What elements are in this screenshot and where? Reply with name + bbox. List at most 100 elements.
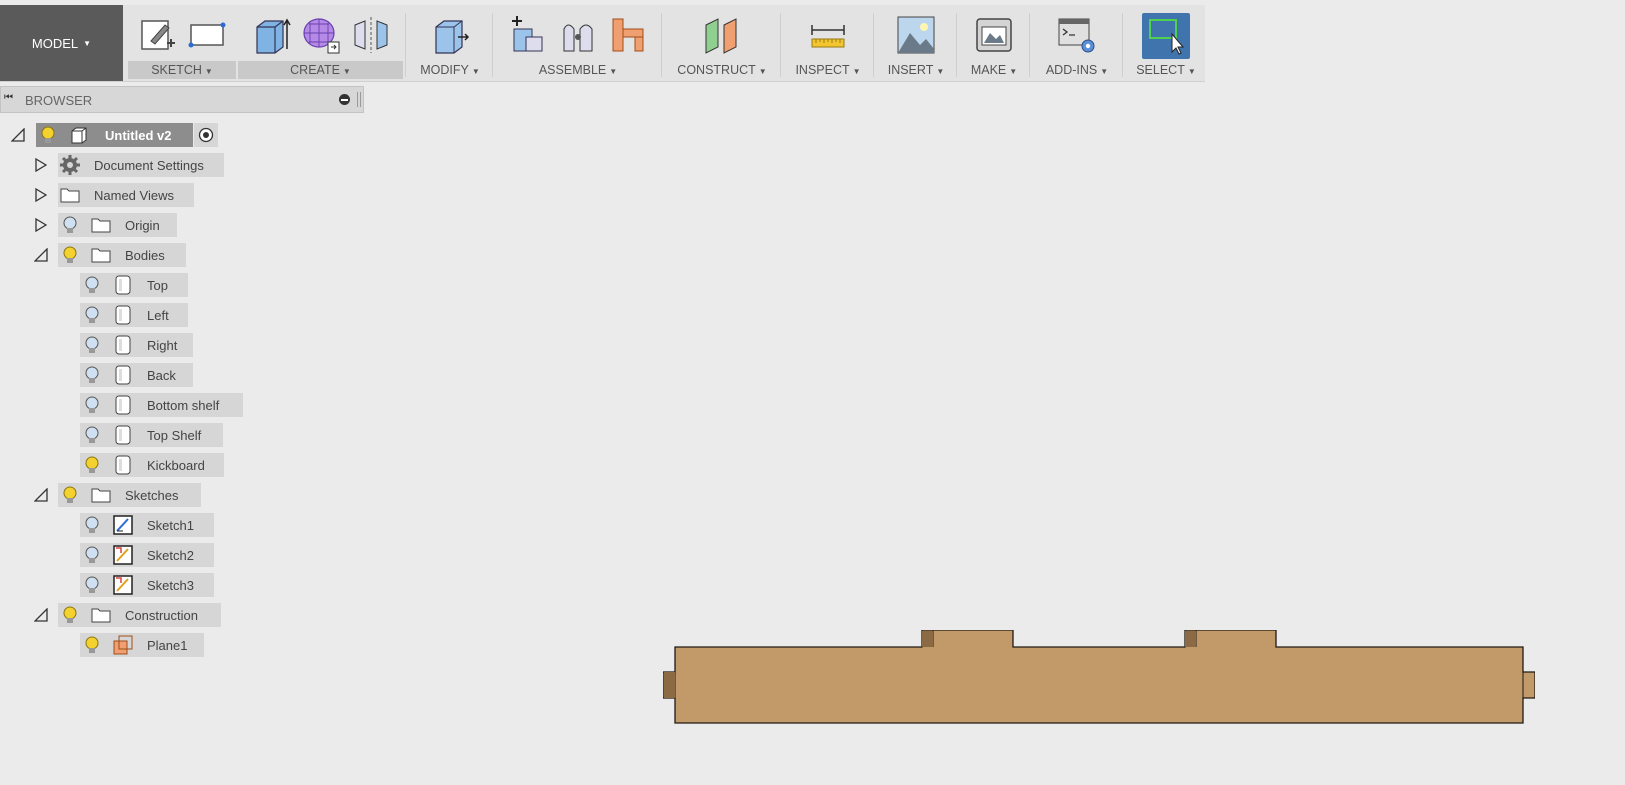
scripts-addins-button[interactable] [1055, 13, 1099, 57]
body-icon [113, 455, 133, 475]
body-kickboard[interactable]: Kickboard [80, 453, 224, 477]
create-menu[interactable]: CREATE ▼ [238, 61, 403, 79]
bulb-off-icon[interactable] [82, 395, 102, 415]
kickboard-body-model[interactable] [663, 630, 1535, 725]
body-left[interactable]: Left [80, 303, 188, 327]
bulb-on-icon[interactable] [82, 635, 102, 655]
bulb-off-icon[interactable] [82, 425, 102, 445]
form-button[interactable] [299, 13, 343, 57]
body-top[interactable]: Top [80, 273, 188, 297]
inspect-label: INSPECT [795, 63, 850, 77]
activate-radio[interactable] [194, 123, 218, 147]
sketch2-node[interactable]: Sketch2 [80, 543, 214, 567]
collapsed-triangle-icon[interactable] [31, 210, 51, 240]
as-built-joint-button[interactable] [606, 13, 650, 57]
as-built-joint-icon [612, 18, 644, 52]
bulb-on-icon[interactable] [82, 455, 102, 475]
bodies-folder[interactable]: Bodies [58, 243, 186, 267]
inspect-menu[interactable]: INSPECT ▼ [785, 61, 871, 79]
rectangle-icon [188, 22, 226, 48]
mirror-button[interactable] [349, 13, 393, 57]
sketches-folder[interactable]: Sketches [58, 483, 201, 507]
body-back[interactable]: Back [80, 363, 193, 387]
resize-handle[interactable] [357, 92, 361, 107]
chevron-down-icon: ▼ [83, 38, 92, 48]
extrude-button[interactable] [249, 13, 293, 57]
collapsed-triangle-icon[interactable] [31, 150, 51, 180]
assemble-label: ASSEMBLE [538, 63, 607, 77]
expanded-triangle-icon[interactable] [31, 480, 51, 510]
addins-menu[interactable]: ADD-INS ▼ [1034, 61, 1120, 79]
bulb-off-icon[interactable] [82, 275, 102, 295]
expanded-triangle-icon[interactable] [8, 120, 28, 150]
chevron-down-icon: ▼ [1100, 67, 1109, 76]
body-bottom-shelf[interactable]: Bottom shelf [80, 393, 243, 417]
expanded-triangle-icon[interactable] [31, 240, 51, 270]
measure-button[interactable] [806, 13, 850, 57]
body-icon [113, 275, 133, 295]
sketch-icon [113, 515, 133, 535]
plane1-node[interactable]: Plane1 [80, 633, 204, 657]
bulb-off-icon[interactable] [82, 575, 102, 595]
minimize-browser-icon[interactable] [339, 94, 350, 105]
offset-plane-button[interactable] [700, 13, 744, 57]
sketch3-node[interactable]: Sketch3 [80, 573, 214, 597]
select-button[interactable] [1142, 13, 1190, 59]
bulb-on-icon[interactable] [60, 485, 80, 505]
radio-icon [198, 127, 214, 143]
chevron-down-icon: ▼ [609, 67, 618, 76]
body-top-shelf[interactable]: Top Shelf [80, 423, 223, 447]
joint-button[interactable] [556, 13, 600, 57]
select-cursor-icon [1149, 19, 1185, 55]
rectangle-button[interactable] [185, 13, 229, 57]
inspect-group: INSPECT ▼ [785, 5, 871, 81]
construction-folder[interactable]: Construction [58, 603, 221, 627]
select-menu[interactable]: SELECT ▼ [1127, 61, 1205, 79]
bulb-on-icon[interactable] [60, 605, 80, 625]
make-group: MAKE ▼ [961, 5, 1027, 81]
collapsed-triangle-icon[interactable] [31, 180, 51, 210]
bulb-off-icon[interactable] [82, 335, 102, 355]
root-label: Untitled v2 [105, 127, 172, 143]
toolbar-divider [661, 13, 662, 77]
folder-icon [60, 185, 80, 205]
addins-group: ADD-INS ▼ [1034, 5, 1120, 81]
create-sketch-button[interactable] [135, 13, 179, 57]
bulb-off-icon[interactable] [82, 545, 102, 565]
item-label: Plane1 [147, 637, 188, 653]
bulb-on-icon[interactable] [60, 245, 80, 265]
bulb-off-icon[interactable] [60, 215, 80, 235]
bulb-on-icon[interactable] [38, 125, 58, 145]
item-label: Sketch3 [147, 577, 194, 593]
image-icon [897, 16, 935, 54]
sketch-menu[interactable]: SKETCH ▼ [128, 61, 236, 79]
root-component[interactable]: Untitled v2 [36, 123, 193, 147]
select-label: SELECT [1136, 63, 1185, 77]
make-menu[interactable]: MAKE ▼ [961, 61, 1027, 79]
workspace-switcher[interactable]: MODEL ▼ [0, 5, 123, 81]
toolbar-divider [1029, 13, 1030, 77]
chevron-down-icon: ▼ [204, 67, 213, 76]
assemble-menu[interactable]: ASSEMBLE ▼ [497, 61, 659, 79]
insert-image-button[interactable] [894, 13, 938, 57]
modify-menu[interactable]: MODIFY ▼ [410, 61, 490, 79]
collapse-browser-icon[interactable]: ⏮ [4, 92, 13, 103]
offset-plane-icon [705, 18, 737, 54]
gear-icon [60, 155, 80, 175]
named-views-node[interactable]: Named Views [58, 183, 194, 207]
origin-node[interactable]: Origin [58, 213, 177, 237]
document-settings-node[interactable]: Document Settings [58, 153, 224, 177]
new-component-button[interactable] [506, 13, 550, 57]
insert-menu[interactable]: INSERT ▼ [878, 61, 954, 79]
measure-icon [811, 25, 845, 48]
expanded-triangle-icon[interactable] [31, 600, 51, 630]
body-right[interactable]: Right [80, 333, 193, 357]
construct-menu[interactable]: CONSTRUCT ▼ [666, 61, 778, 79]
sketch1-node[interactable]: Sketch1 [80, 513, 214, 537]
bulb-off-icon[interactable] [82, 515, 102, 535]
item-label: Back [147, 367, 176, 383]
bulb-off-icon[interactable] [82, 305, 102, 325]
bulb-off-icon[interactable] [82, 365, 102, 385]
3d-print-button[interactable] [972, 13, 1016, 57]
press-pull-button[interactable] [428, 13, 472, 57]
